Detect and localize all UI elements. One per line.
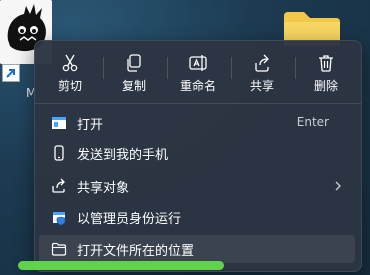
highlight-marker [18, 261, 224, 270]
menu-item-label: 共享对象 [77, 181, 130, 196]
menu-divider [35, 103, 361, 104]
share-icon [51, 178, 67, 194]
copy-button[interactable]: 复制 [103, 45, 165, 97]
menu-item-share-with[interactable]: 共享对象 [39, 172, 355, 200]
folder-outline-icon [51, 241, 67, 257]
share-button[interactable]: 共享 [231, 45, 293, 97]
menu-item-send-to-phone[interactable]: 发送到我的手机 [39, 139, 355, 167]
copy-label: 复制 [121, 79, 146, 93]
scissors-icon [60, 53, 80, 73]
menu-item-open[interactable]: 打开 Enter [39, 109, 355, 137]
rename-label: 重命名 [179, 79, 216, 93]
share-icon [252, 53, 272, 73]
shortcut-hint: Enter [296, 115, 329, 129]
cut-button[interactable]: 剪切 [39, 45, 101, 97]
share-label: 共享 [249, 79, 274, 93]
menu-item-run-as-admin[interactable]: 以管理员身份运行 [39, 203, 355, 231]
menu-item-label: 打开 [77, 118, 104, 133]
rename-button[interactable]: 重命名 [167, 45, 229, 97]
delete-button[interactable]: 删除 [295, 45, 357, 97]
shortcut-arrow-icon [2, 64, 20, 82]
chevron-right-icon [333, 178, 343, 194]
menu-item-label: 发送到我的手机 [77, 148, 169, 163]
menu-item-open-file-location[interactable]: 打开文件所在的位置 [39, 235, 355, 263]
phone-icon [51, 145, 67, 161]
menu-item-label: 打开文件所在的位置 [77, 244, 195, 259]
cut-label: 剪切 [57, 79, 82, 93]
admin-shield-icon [51, 209, 67, 225]
open-window-icon [51, 115, 67, 131]
menu-item-label: 以管理员身份运行 [77, 212, 182, 227]
copy-icon [124, 53, 144, 73]
delete-label: 删除 [313, 79, 338, 93]
context-menu: 剪切 复制 重命名 共享 删除 打开 Enter 发送到我的手机 共享对象 以管… [34, 40, 362, 272]
context-menu-toolbar: 剪切 复制 重命名 共享 删除 [35, 41, 361, 99]
rename-icon [188, 53, 208, 73]
trash-icon [316, 53, 336, 73]
